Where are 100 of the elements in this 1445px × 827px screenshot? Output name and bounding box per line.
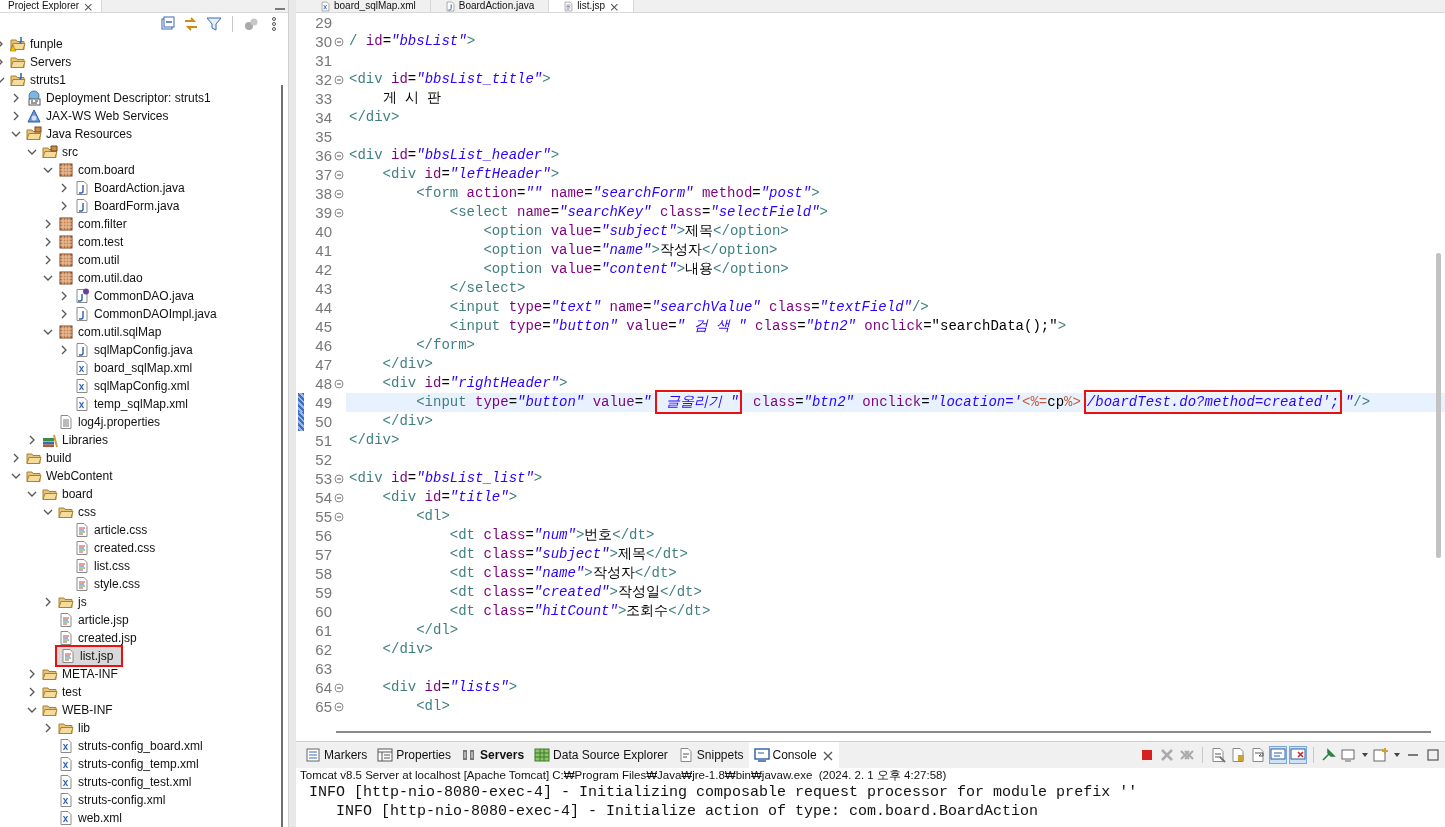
line-number: 38 [314,185,332,202]
tree-item[interactable]: BoardAction.java [73,179,188,197]
fold-icon[interactable] [334,701,344,712]
fold-icon[interactable] [334,682,344,693]
pin-icon[interactable] [1321,747,1337,763]
tree-item[interactable]: Java Resources [25,125,136,143]
editor-tab[interactable]: list.jsp [549,0,635,12]
tree-item[interactable]: lib [57,719,93,737]
fold-icon[interactable] [334,511,344,522]
link-icon[interactable] [183,16,199,32]
scrollbar[interactable] [1436,253,1441,558]
line-number: 63 [314,660,332,677]
code-line: <dt class="subject">제목</dt> [448,545,689,564]
tree-item[interactable]: CommonDAOImpl.java [73,305,220,323]
code-line: <select name="searchKey" class="selectField"> [448,203,829,222]
collapse-all-icon[interactable] [160,16,176,32]
tree-item[interactable]: META-INF [41,665,121,683]
maximize-icon[interactable] [1425,747,1441,763]
tree-item[interactable]: struts-config_test.xml [57,773,195,791]
code-line: <dt class="created">작성일</dt> [448,583,703,602]
fold-icon[interactable] [334,169,344,180]
fold-icon[interactable] [334,207,344,218]
tree-item[interactable]: struts1 [9,71,69,89]
tree-item[interactable]: style.css [73,575,143,593]
fold-icon[interactable] [334,378,344,389]
tree-item[interactable]: sqlMapConfig.xml [73,377,193,395]
source-folder-icon [26,126,42,142]
tree-item[interactable]: build [25,449,75,467]
xml-file-icon [74,360,90,376]
tree-item[interactable]: css [57,503,99,521]
fold-icon[interactable] [334,150,344,161]
tree-item[interactable]: src [41,143,81,161]
view-tab[interactable]: Console [748,742,839,768]
tree-item[interactable]: board_sqlMap.xml [73,359,196,377]
tree-item[interactable]: struts-config_temp.xml [57,755,202,773]
tree-item[interactable]: Servers [9,53,75,71]
monitor-icon[interactable] [1270,747,1286,763]
monitor-error-icon[interactable] [1290,747,1306,763]
tree-item[interactable]: created.css [73,539,159,557]
view-tab[interactable]: Project Explorer [0,0,103,12]
tree-item[interactable]: com.util.dao [57,269,146,287]
fold-icon[interactable] [334,36,344,47]
filter-icon[interactable] [206,16,222,32]
tree-item[interactable]: test [41,683,85,701]
fold-icon[interactable] [334,473,344,484]
view-tab[interactable]: Servers [456,742,530,768]
line-number: 41 [314,242,332,259]
tree-item[interactable]: com.util [57,251,123,269]
web-file-icon [74,540,90,556]
tree-item[interactable]: struts-config.xml [57,791,169,809]
fold-icon[interactable] [334,74,344,85]
tree-item[interactable]: created.jsp [57,629,140,647]
fold-icon[interactable] [334,492,344,503]
code-line: <div id="bbsList_header"> [348,146,561,165]
tree-item[interactable]: WEB-INF [41,701,116,719]
console-line: INFO [http-nio-8080-exec-4] - Initializing composable request processor for module prefix '' [308,783,1138,802]
word-wrap-icon[interactable] [1250,747,1266,763]
tree-item[interactable]: CommonDAO.java [73,287,198,305]
code-line: <form action="" name="searchForm" method="post"> [415,184,821,203]
tree-item[interactable]: com.board [57,161,138,179]
tree-item[interactable]: com.util.sqlMap [57,323,165,341]
scrollbar[interactable] [336,731,1431,733]
tree-item[interactable]: WebContent [25,467,116,485]
tree-item[interactable]: struts-config_board.xml [57,737,206,755]
tree-item[interactable]: board [41,485,96,503]
tree-item[interactable]: sqlMapConfig.java [73,341,196,359]
editor-tab[interactable]: board_sqlMap.xml [306,0,431,12]
tree-item[interactable]: web.xml [57,809,125,827]
view-tab[interactable]: Properties [372,742,457,768]
xml-file-icon [74,378,90,394]
tree-item[interactable]: temp_sqlMap.xml [73,395,192,413]
view-tab[interactable]: Markers [300,742,373,768]
markers-icon [305,747,321,763]
tree-item[interactable]: com.filter [57,215,130,233]
clear-console-icon[interactable] [1210,747,1226,763]
code-line: <dt class="name">작성자</dt> [448,564,678,583]
tree-item[interactable]: js [57,593,90,611]
editor-tab[interactable]: BoardAction.java [430,0,550,12]
tree-item[interactable]: Deployment Descriptor: struts1 [25,89,214,107]
tree-item[interactable]: BoardForm.java [73,197,183,215]
view-tab[interactable]: Snippets [672,742,749,768]
tree-item[interactable]: funple [9,35,66,53]
line-number: 54 [314,489,332,506]
stop-icon[interactable] [1139,747,1155,763]
fold-icon[interactable] [334,188,344,199]
tree-item[interactable]: article.css [73,521,151,539]
tree-item[interactable]: JAX-WS Web Services [25,107,172,125]
package-icon [58,324,74,340]
tree-item[interactable]: article.jsp [57,611,132,629]
tree-item[interactable]: list.jsp [55,645,124,667]
line-number: 36 [314,147,332,164]
tree-item[interactable]: log4j.properties [57,413,164,431]
tree-item[interactable]: com.test [57,233,127,251]
view-tab[interactable]: Data Source Explorer [529,742,673,768]
database-icon [534,747,551,763]
tree-item[interactable]: Libraries [41,431,112,449]
scrollbar[interactable] [281,85,283,827]
tree-item[interactable]: list.css [73,557,133,575]
library-icon [42,432,58,448]
line-number: 65 [314,698,332,715]
